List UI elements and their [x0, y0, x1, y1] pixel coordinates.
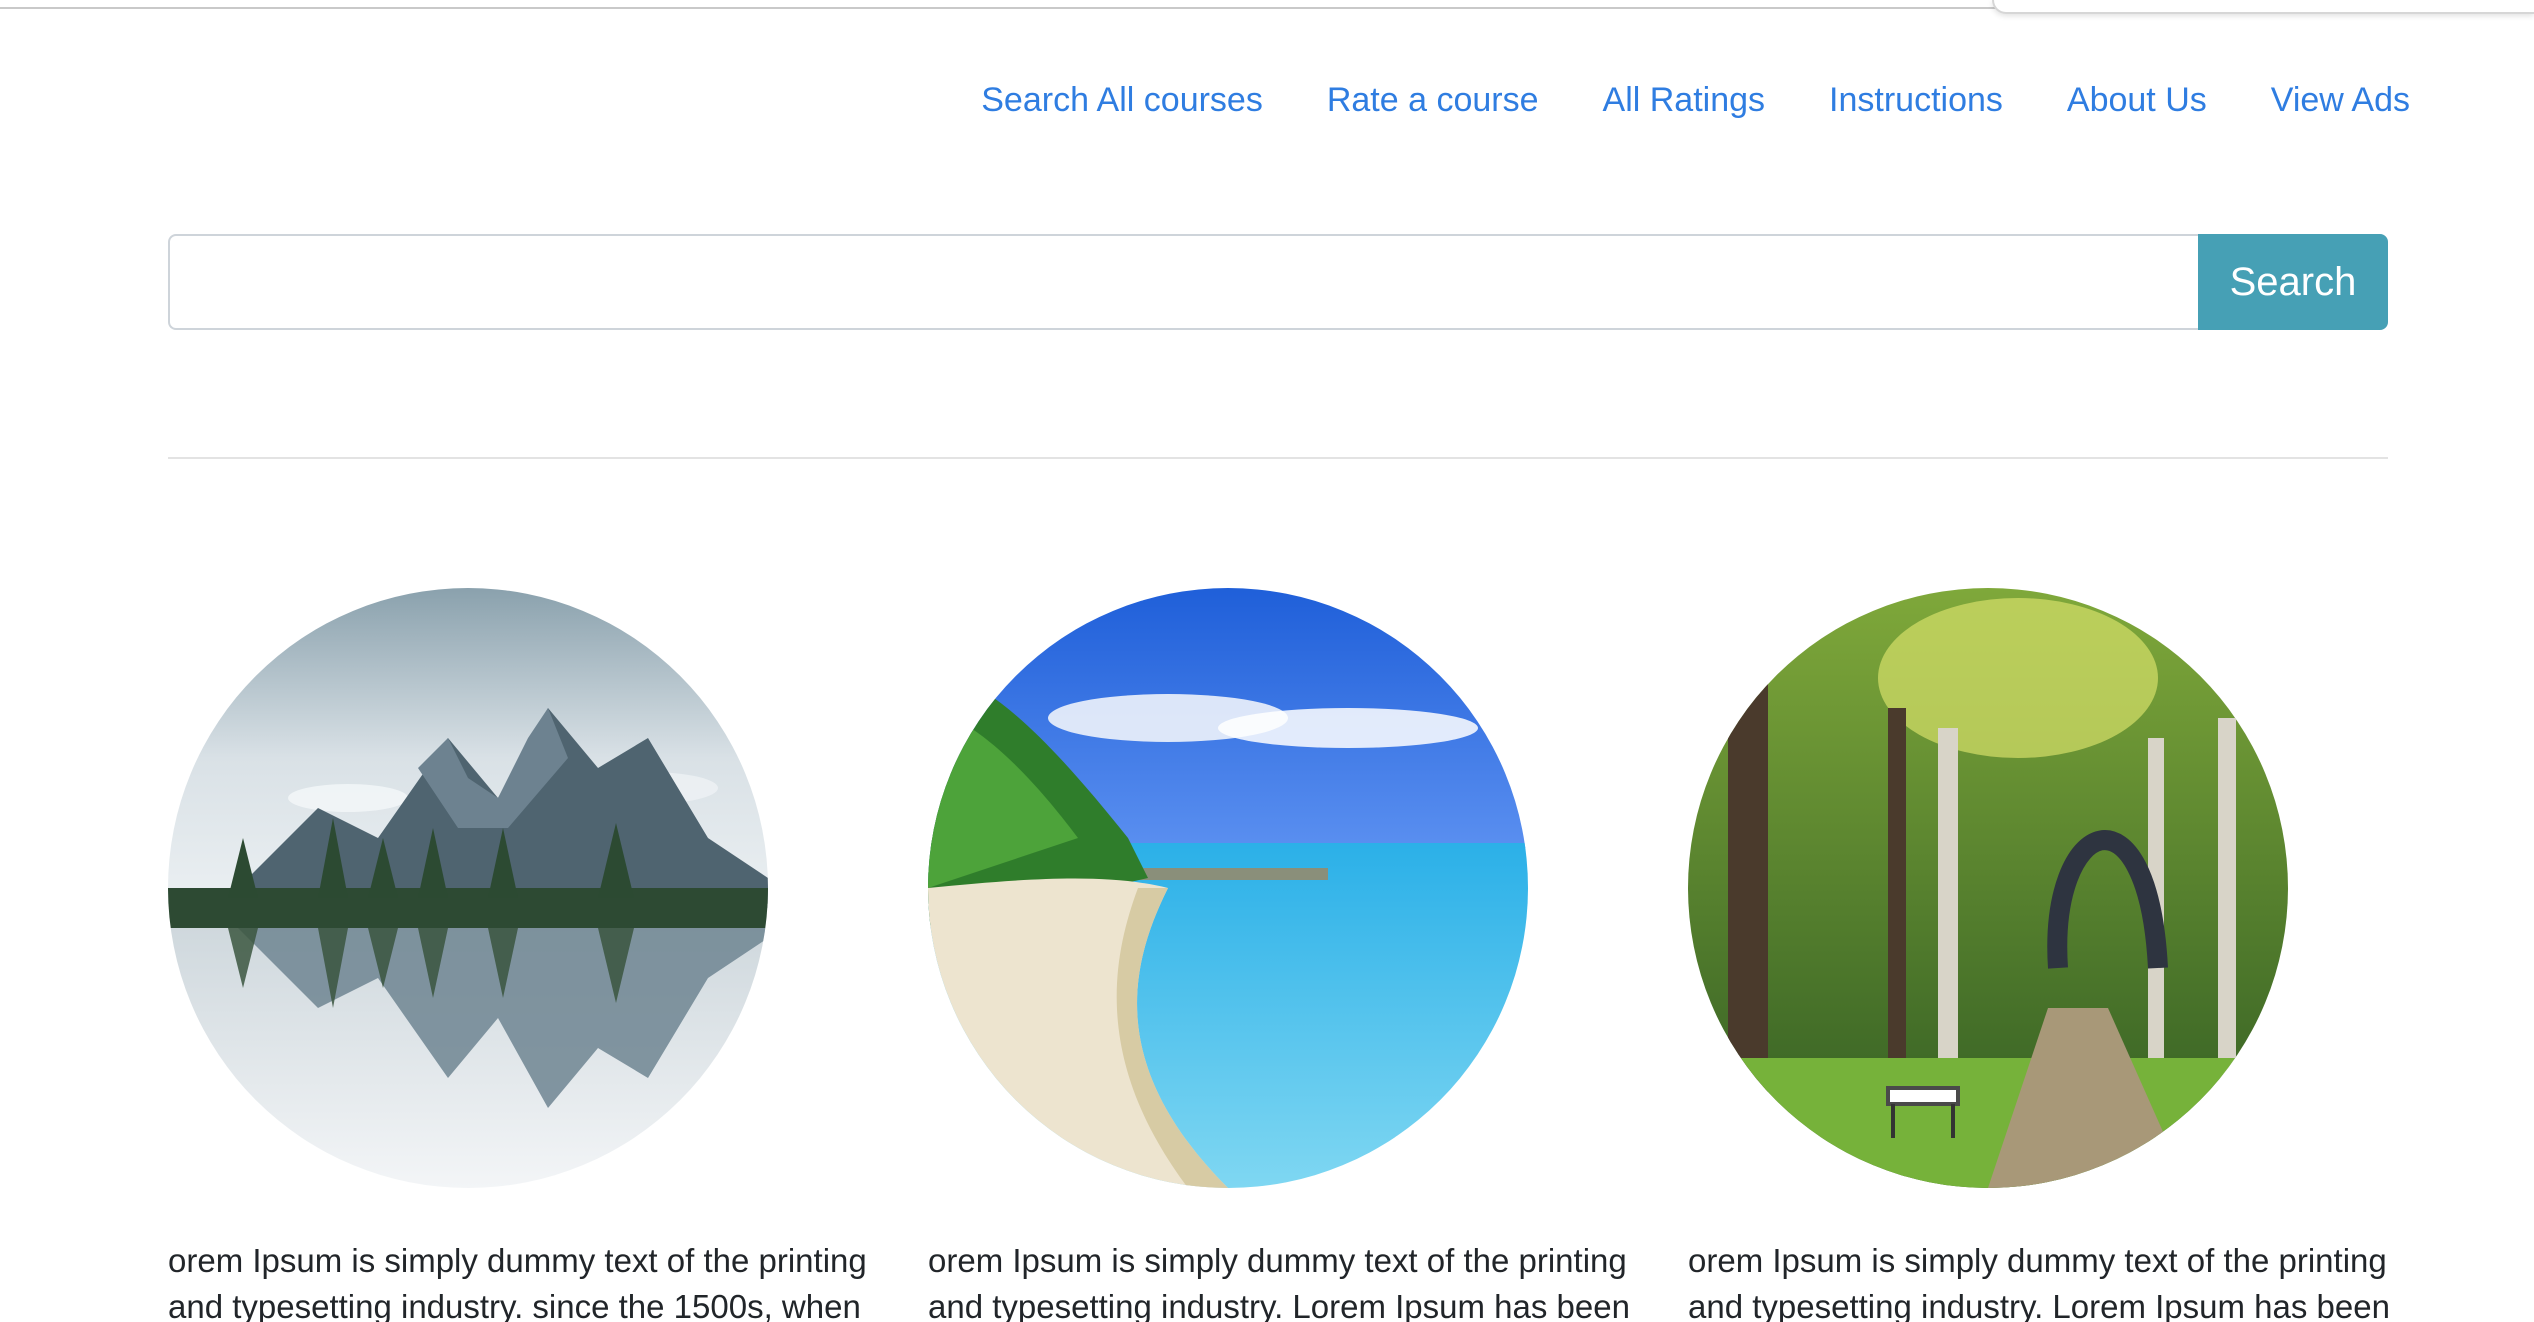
browser-top-border	[0, 7, 2000, 9]
nav-instructions[interactable]: Instructions	[1829, 81, 2003, 120]
search-bar: Search	[168, 234, 2388, 330]
card-3: orem Ipsum is simply dummy text of the p…	[1688, 588, 2418, 1322]
nav-rate-a-course[interactable]: Rate a course	[1327, 81, 1539, 120]
nav-view-ads[interactable]: View Ads	[2271, 81, 2410, 120]
top-nav: Search All courses Rate a course All Rat…	[0, 70, 2410, 130]
section-divider	[168, 457, 2388, 459]
card-1: orem Ipsum is simply dummy text of the p…	[168, 588, 898, 1322]
popup-overlay-edge	[1992, 0, 2534, 14]
nav-search-all-courses[interactable]: Search All courses	[981, 81, 1263, 120]
card-3-text: orem Ipsum is simply dummy text of the p…	[1688, 1242, 2390, 1322]
search-input[interactable]	[168, 234, 2198, 330]
card-image-tropical-beach	[928, 588, 1528, 1188]
search-button[interactable]: Search	[2198, 234, 2388, 330]
card-2: orem Ipsum is simply dummy text of the p…	[928, 588, 1658, 1322]
nav-about-us[interactable]: About Us	[2067, 81, 2207, 120]
card-1-text: orem Ipsum is simply dummy text of the p…	[168, 1242, 867, 1322]
card-image-mountain-lake	[168, 588, 768, 1188]
card-image-forest-path	[1688, 588, 2288, 1188]
card-2-text: orem Ipsum is simply dummy text of the p…	[928, 1242, 1630, 1322]
page: Search All courses Rate a course All Rat…	[0, 0, 2534, 1322]
nav-all-ratings[interactable]: All Ratings	[1603, 81, 1766, 120]
